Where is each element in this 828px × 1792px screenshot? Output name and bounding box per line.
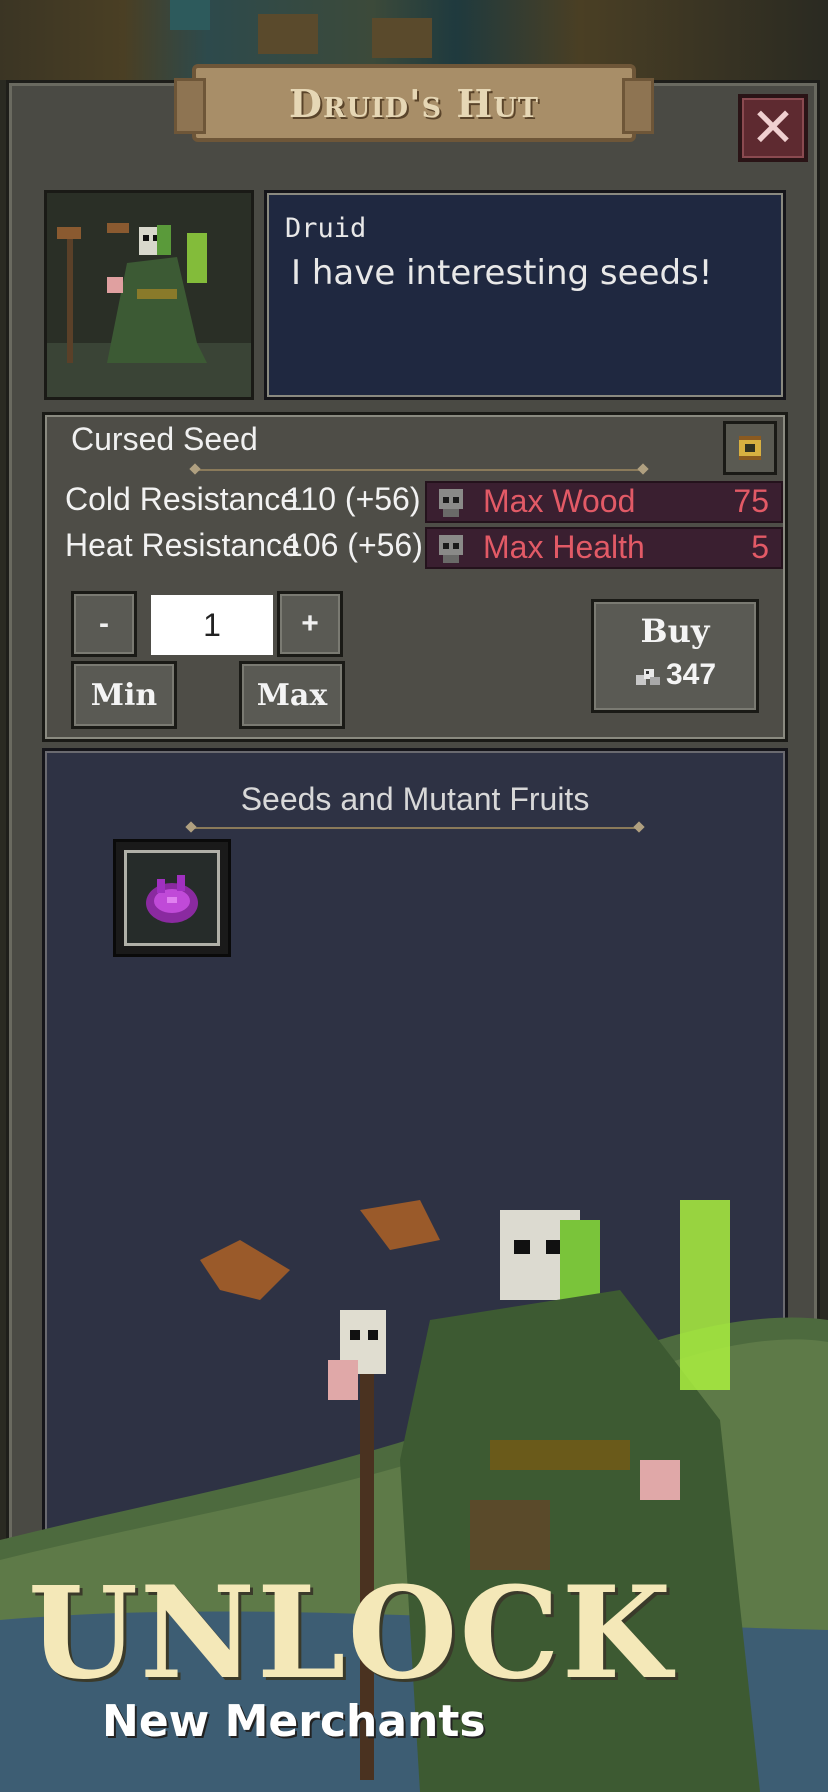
speech-text: I have interesting seeds!	[291, 253, 713, 293]
buy-label: Buy	[640, 612, 710, 650]
speaker-name: Druid	[285, 213, 367, 244]
skull-icon	[439, 489, 463, 517]
close-icon: ✕	[750, 98, 796, 158]
quantity-decrease-button[interactable]: -	[71, 591, 137, 657]
item-name-divider	[195, 469, 643, 471]
scroll-icon	[739, 436, 761, 460]
buy-price-value: 347	[665, 658, 717, 691]
shop-inventory-panel: Seeds and Mutant Fruits	[42, 748, 788, 1792]
item-details-panel: Cursed Seed Cold Resistance 110 (+56) He…	[42, 412, 788, 742]
close-button[interactable]: ✕	[738, 94, 808, 162]
effect-value: 5	[751, 529, 769, 565]
quantity-input[interactable]	[151, 595, 273, 655]
stat-value: 110 (+56)	[285, 481, 421, 517]
stat-heat-resistance: Heat Resistance 106 (+56)	[65, 527, 423, 564]
druid-portrait-image	[47, 193, 251, 397]
stat-label: Cold Resistance	[65, 481, 298, 517]
shop-item-slot[interactable]	[113, 839, 231, 957]
window-title-banner: Druid's Hut	[174, 64, 654, 142]
skull-icon	[439, 535, 463, 563]
stat-cold-resistance: Cold Resistance 110 (+56)	[65, 481, 421, 518]
stat-label: Heat Resistance	[65, 527, 300, 563]
effect-max-wood: Max Wood 75	[425, 481, 783, 523]
coin-icon	[635, 669, 660, 686]
section-divider	[191, 827, 639, 829]
window-title: Druid's Hut	[289, 80, 539, 126]
buy-price: 347	[594, 658, 756, 692]
slot-frame	[124, 850, 220, 946]
effect-label: Max Wood	[483, 483, 636, 519]
quantity-min-button[interactable]: Min	[71, 661, 177, 729]
quantity-increase-button[interactable]: +	[277, 591, 343, 657]
quantity-max-button[interactable]: Max	[239, 661, 345, 729]
cursed-seed-icon	[146, 875, 198, 923]
item-info-button[interactable]	[723, 421, 777, 475]
stat-value: 106 (+56)	[285, 527, 423, 563]
effect-value: 75	[733, 483, 769, 519]
effect-max-health: Max Health 5	[425, 527, 783, 569]
druid-portrait	[44, 190, 254, 400]
item-name: Cursed Seed	[71, 421, 258, 457]
buy-button[interactable]: Buy 347	[591, 599, 759, 713]
dialog-box: Druid I have interesting seeds!	[264, 190, 786, 400]
effect-label: Max Health	[483, 529, 645, 565]
section-title: Seeds and Mutant Fruits	[240, 781, 590, 817]
